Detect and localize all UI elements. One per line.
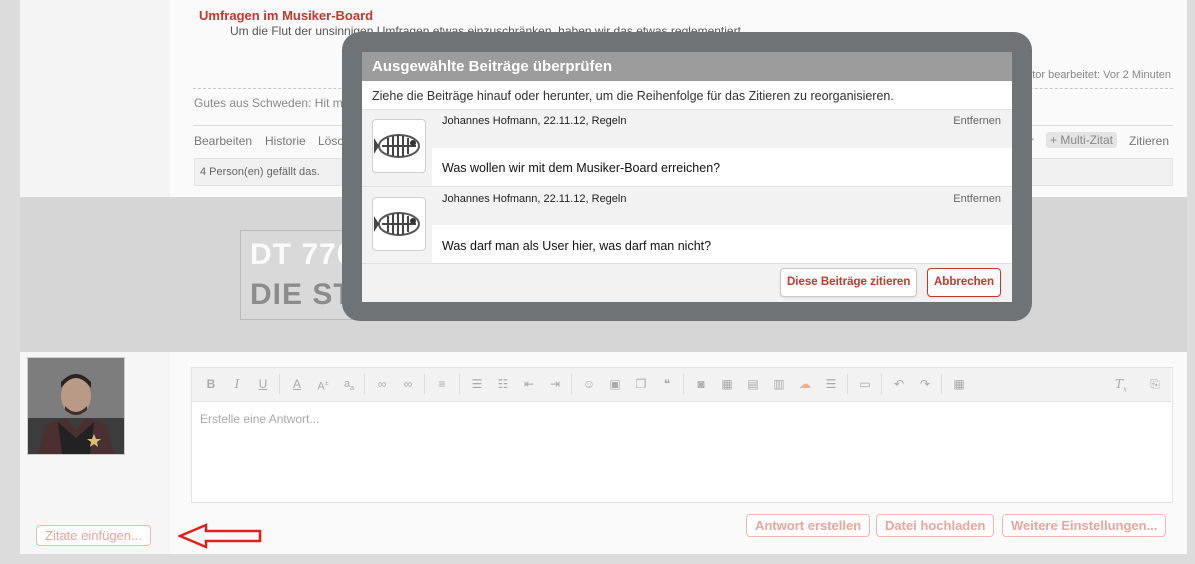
post-user-column bbox=[20, 0, 170, 197]
link-icon[interactable]: ∞ bbox=[374, 376, 390, 392]
align-icon[interactable]: ≡ bbox=[434, 376, 450, 392]
more-options-button[interactable]: Weitere Einstellungen... bbox=[1002, 514, 1167, 537]
screenshot-icon[interactable]: ◙ bbox=[693, 376, 709, 392]
post-signature: Gutes aus Schweden: Hit me bbox=[194, 96, 350, 110]
quote-link[interactable]: Zitieren bbox=[1129, 134, 1169, 148]
cancel-button[interactable]: Abbrechen bbox=[927, 268, 1002, 297]
soundcloud-icon[interactable]: ☁ bbox=[797, 376, 813, 392]
quote-icon[interactable]: ❝ bbox=[659, 376, 675, 392]
fishbone-avatar-icon bbox=[372, 119, 426, 173]
image-icon[interactable]: ▣ bbox=[607, 376, 623, 392]
hr-icon[interactable]: ☰ bbox=[823, 376, 839, 392]
indent-icon[interactable]: ⇥ bbox=[547, 376, 563, 392]
toolbar-separator bbox=[279, 374, 280, 394]
quote-item-1-remove-link[interactable]: Entfernen bbox=[953, 115, 1001, 127]
reply-placeholder: Erstelle eine Antwort... bbox=[200, 412, 320, 426]
post-title[interactable]: Umfragen im Musiker-Board bbox=[199, 8, 373, 23]
toolbar-separator bbox=[941, 374, 942, 394]
multi-quote-button[interactable]: + Multi-Zitat bbox=[1046, 132, 1118, 148]
underline-icon[interactable]: U bbox=[255, 376, 271, 392]
table-icon[interactable]: ▦ bbox=[719, 376, 735, 392]
media-icon[interactable]: ❐ bbox=[633, 376, 649, 392]
font-size-icon[interactable]: A± bbox=[315, 376, 331, 393]
annotation-arrow-icon bbox=[178, 523, 262, 549]
outdent-icon[interactable]: ⇤ bbox=[521, 376, 537, 392]
smilie-icon[interactable]: ☺ bbox=[581, 376, 597, 392]
modal-title: Ausgewählte Beiträge überprüfen bbox=[372, 58, 613, 75]
font-color-icon[interactable]: A bbox=[289, 376, 305, 392]
bbcode-icon[interactable]: ▦ bbox=[951, 376, 967, 392]
quote-item-2-remove-link[interactable]: Entfernen bbox=[953, 193, 1001, 205]
toolbar-separator bbox=[881, 374, 882, 394]
edited-note: derator bearbeitet: Vor 2 Minuten bbox=[1010, 69, 1171, 81]
italic-icon[interactable]: I bbox=[229, 376, 245, 392]
quote-item-1-text: Was wollen wir mit dem Musiker-Board err… bbox=[442, 161, 721, 175]
spoiler-icon[interactable]: ▥ bbox=[771, 376, 787, 392]
modal-description: Ziehe die Beiträge hinauf oder herunter,… bbox=[372, 89, 894, 103]
undo-icon[interactable]: ↶ bbox=[891, 376, 907, 392]
ad-banner-line1: DT 770 bbox=[250, 238, 355, 271]
remove-format-icon[interactable]: Tx bbox=[1113, 376, 1129, 393]
toolbar-separator bbox=[571, 374, 572, 394]
save-icon[interactable]: ▭ bbox=[857, 376, 873, 392]
edit-link[interactable]: Bearbeiten bbox=[194, 134, 252, 148]
bullet-list-icon[interactable]: ☰ bbox=[469, 376, 485, 392]
fishbone-avatar-icon bbox=[372, 197, 426, 251]
insert-quotes-button[interactable]: Zitate einfügen... bbox=[36, 525, 151, 546]
history-link[interactable]: Historie bbox=[265, 134, 306, 148]
likes-text[interactable]: 4 Person(en) gefällt das. bbox=[200, 166, 320, 178]
quote-item-2-meta: Johannes Hofmann, 22.11.12, Regeln bbox=[442, 193, 627, 205]
redo-icon[interactable]: ↷ bbox=[917, 376, 933, 392]
code-icon[interactable]: ▤ bbox=[745, 376, 761, 392]
upload-file-button[interactable]: Datei hochladen bbox=[876, 514, 995, 537]
toolbar-separator bbox=[683, 374, 684, 394]
toolbar-separator bbox=[459, 374, 460, 394]
quote-item-2-text: Was darf man als User hier, was darf man… bbox=[442, 239, 712, 253]
quote-item-1-meta: Johannes Hofmann, 22.11.12, Regeln bbox=[442, 115, 627, 127]
unlink-icon[interactable]: ∞ bbox=[400, 376, 416, 392]
quote-posts-button[interactable]: Diese Beiträge zitieren bbox=[780, 268, 918, 297]
toolbar-separator bbox=[424, 374, 425, 394]
bold-icon[interactable]: B bbox=[203, 376, 219, 392]
draft-icon[interactable]: ⎘ bbox=[1147, 376, 1163, 392]
toolbar-separator bbox=[847, 374, 848, 394]
submit-reply-button[interactable]: Antwort erstellen bbox=[746, 514, 871, 537]
font-family-icon[interactable]: aa bbox=[341, 376, 357, 392]
numbered-list-icon[interactable]: ☷ bbox=[495, 376, 511, 392]
editor-toolbar bbox=[192, 368, 1171, 402]
avatar bbox=[27, 357, 125, 455]
toolbar-separator bbox=[364, 374, 365, 394]
